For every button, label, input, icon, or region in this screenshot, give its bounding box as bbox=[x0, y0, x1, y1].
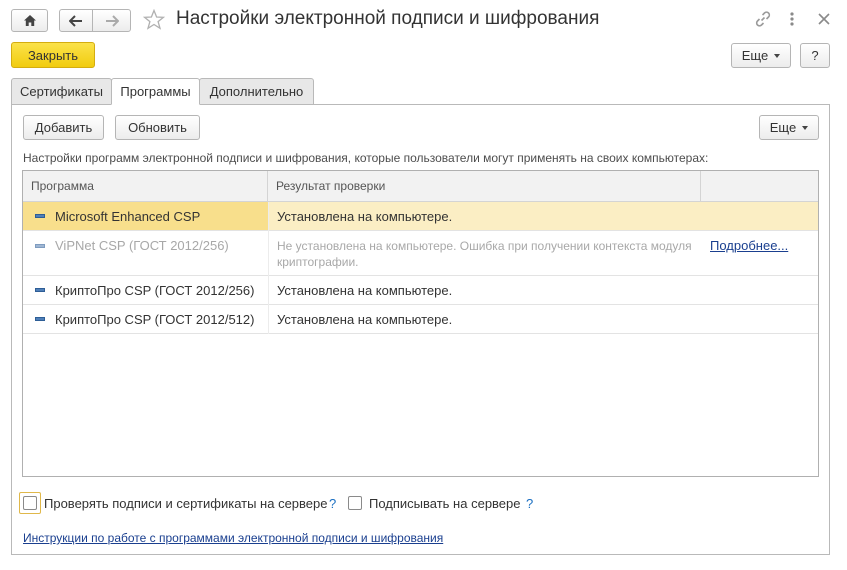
chevron-down-icon bbox=[774, 53, 781, 58]
arrow-left-icon bbox=[69, 14, 83, 27]
table-header: Программа Результат проверки bbox=[23, 171, 818, 202]
program-icon bbox=[35, 214, 45, 218]
program-name: ViPNet CSP (ГОСТ 2012/256) bbox=[55, 238, 229, 253]
favorite-button[interactable] bbox=[142, 8, 167, 33]
page-title: Настройки электронной подписи и шифрован… bbox=[176, 8, 600, 29]
add-button[interactable]: Добавить bbox=[23, 115, 104, 140]
star-icon bbox=[142, 8, 166, 33]
table-row[interactable]: ViPNet CSP (ГОСТ 2012/256) Не установлен… bbox=[23, 231, 818, 276]
window-close-button[interactable] bbox=[816, 11, 832, 27]
column-header-details bbox=[701, 171, 818, 201]
program-cell: КриптоПро CSP (ГОСТ 2012/512) bbox=[23, 305, 268, 333]
panel-more-button[interactable]: Еще bbox=[759, 115, 819, 140]
more-menu-label: Еще bbox=[741, 48, 769, 63]
details-cell bbox=[701, 276, 818, 304]
arrow-right-icon bbox=[105, 14, 119, 27]
table-row[interactable]: КриптоПро CSP (ГОСТ 2012/512) Установлен… bbox=[23, 305, 818, 334]
home-icon bbox=[23, 14, 37, 27]
result-cell: Установлена на компьютере. bbox=[277, 209, 453, 224]
program-cell: ViPNet CSP (ГОСТ 2012/256) bbox=[23, 231, 268, 275]
home-button[interactable] bbox=[11, 9, 48, 32]
program-name: КриптоПро CSP (ГОСТ 2012/512) bbox=[55, 311, 255, 327]
panel-more-label: Еще bbox=[769, 120, 797, 135]
tab-programs[interactable]: Программы bbox=[111, 78, 200, 105]
details-cell bbox=[701, 305, 818, 333]
window-menu-button[interactable] bbox=[787, 10, 797, 28]
result-cell: Установлена на компьютере. bbox=[277, 283, 453, 298]
result-cell: Установлена на компьютере. bbox=[277, 312, 453, 327]
tab-certificates[interactable]: Сертификаты bbox=[11, 78, 112, 105]
program-name: КриптоПро CSP (ГОСТ 2012/256) bbox=[55, 282, 255, 298]
program-icon bbox=[35, 317, 45, 321]
program-icon bbox=[35, 244, 45, 248]
column-header-result[interactable]: Результат проверки bbox=[268, 171, 701, 201]
back-button[interactable] bbox=[59, 9, 93, 32]
program-cell: Microsoft Enhanced CSP bbox=[23, 202, 268, 230]
sign-on-server-label[interactable]: Подписывать на сервере bbox=[369, 496, 521, 511]
close-button[interactable]: Закрыть bbox=[11, 42, 95, 68]
sign-on-server-help[interactable]: ? bbox=[526, 496, 533, 511]
refresh-button[interactable]: Обновить bbox=[115, 115, 200, 140]
column-header-program[interactable]: Программа bbox=[23, 171, 268, 201]
program-name: Microsoft Enhanced CSP bbox=[55, 208, 201, 224]
programs-table[interactable]: Программа Результат проверки Microsoft E… bbox=[22, 170, 819, 477]
programs-description: Настройки программ электронной подписи и… bbox=[23, 151, 709, 165]
program-cell: КриптоПро CSP (ГОСТ 2012/256) bbox=[23, 276, 268, 304]
instructions-link[interactable]: Инструкции по работе с программами элект… bbox=[23, 531, 443, 545]
verify-on-server-checkbox[interactable] bbox=[23, 496, 37, 510]
chevron-down-icon bbox=[802, 125, 809, 130]
verify-on-server-help[interactable]: ? bbox=[329, 496, 336, 511]
more-menu-button[interactable]: Еще bbox=[731, 43, 791, 68]
forward-button[interactable] bbox=[92, 9, 131, 32]
details-cell bbox=[701, 202, 818, 230]
copy-link-button[interactable] bbox=[754, 10, 772, 28]
details-link[interactable]: Подробнее... bbox=[710, 238, 788, 253]
result-cell: Не установлена на компьютере. Ошибка при… bbox=[277, 239, 692, 269]
sign-on-server-checkbox[interactable] bbox=[348, 496, 362, 510]
help-button[interactable]: ? bbox=[800, 43, 830, 68]
close-icon bbox=[816, 13, 832, 30]
link-icon bbox=[754, 11, 772, 31]
table-row[interactable]: КриптоПро CSP (ГОСТ 2012/256) Установлен… bbox=[23, 276, 818, 305]
kebab-menu-icon bbox=[787, 12, 797, 31]
table-row[interactable]: Microsoft Enhanced CSP Установлена на ко… bbox=[23, 202, 818, 231]
column-divider bbox=[268, 202, 269, 334]
details-cell: Подробнее... bbox=[701, 231, 818, 275]
tab-additional[interactable]: Дополнительно bbox=[199, 78, 314, 105]
verify-on-server-label[interactable]: Проверять подписи и сертификаты на серве… bbox=[44, 496, 327, 511]
program-icon bbox=[35, 288, 45, 292]
